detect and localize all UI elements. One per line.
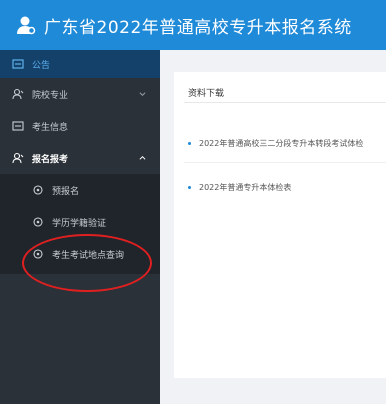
downloads-panel: 资料下载 2022年普通高校三二分段专升本转段考试体检 2022年普通专升本体检… — [174, 72, 386, 378]
sidebar-item-apply[interactable]: 报名报考 — [0, 142, 160, 174]
sidebar-item-label: 考生信息 — [32, 122, 69, 133]
sidebar-item-label: 报名报考 — [32, 154, 69, 165]
sidebar-item-label: 学历学籍验证 — [52, 218, 107, 229]
circle-icon — [33, 217, 43, 227]
sidebar-item-label: 公告 — [32, 60, 51, 71]
sidebar-item-label: 预报名 — [52, 186, 80, 197]
document-link[interactable]: 2022年普通专升本体检表 — [188, 182, 291, 193]
sidebar: 公告 院校专业 考生信息 报名报考 预报名 学历学籍验证 考生考试地点查询 — [0, 50, 160, 404]
sidebar-item-student-info[interactable]: 考生信息 — [0, 110, 160, 142]
bullet-icon — [188, 142, 191, 145]
sidebar-item-education-verify[interactable]: 学历学籍验证 — [0, 206, 160, 238]
sidebar-item-school-major[interactable]: 院校专业 — [0, 78, 160, 110]
sidebar-submenu-apply: 预报名 学历学籍验证 考生考试地点查询 — [0, 174, 160, 274]
app-title: 广东省2022年普通高校专升本报名系统 — [44, 17, 352, 38]
sidebar-item-notice[interactable]: 公告 — [0, 50, 160, 78]
document-link[interactable]: 2022年普通高校三二分段专升本转段考试体检 — [188, 138, 363, 149]
app-header: 广东省2022年普通高校专升本报名系统 — [0, 0, 386, 50]
circle-icon — [33, 249, 43, 259]
notice-icon — [12, 59, 24, 69]
chevron-up-icon — [139, 155, 146, 160]
circle-icon — [33, 185, 43, 195]
document-title: 2022年普通专升本体检表 — [199, 183, 292, 192]
sidebar-item-exam-location-query[interactable]: 考生考试地点查询 — [0, 238, 160, 270]
document-title: 2022年普通高校三二分段专升本转段考试体检 — [199, 139, 364, 148]
chevron-down-icon — [139, 92, 146, 97]
card-icon — [12, 121, 24, 131]
sidebar-item-pre-register[interactable]: 预报名 — [0, 174, 160, 206]
school-icon — [12, 88, 24, 100]
divider — [184, 102, 386, 103]
bullet-icon — [188, 186, 191, 189]
section-title: 资料下载 — [188, 89, 225, 99]
sidebar-item-label: 考生考试地点查询 — [52, 250, 125, 261]
apply-icon — [12, 152, 24, 164]
main-content: 资料下载 2022年普通高校三二分段专升本转段考试体检 2022年普通专升本体检… — [160, 50, 386, 404]
sidebar-item-label: 院校专业 — [32, 90, 69, 101]
divider — [184, 162, 386, 163]
user-logo-icon — [17, 16, 36, 35]
